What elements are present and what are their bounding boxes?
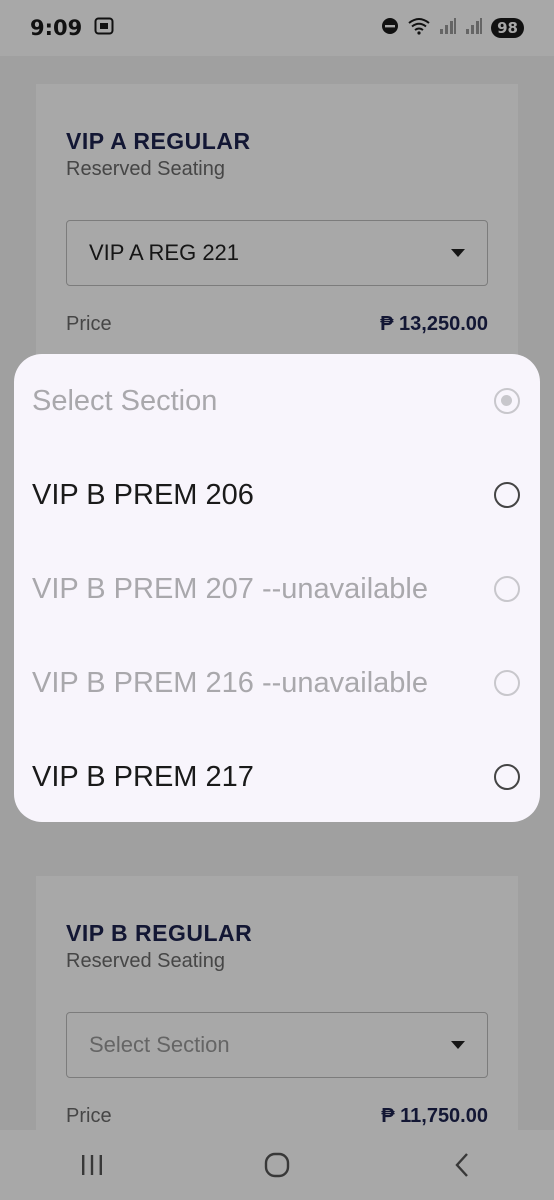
radio-icon (494, 576, 520, 602)
option-label: VIP B PREM 216 --unavailable (32, 666, 429, 699)
option-vip-b-prem-216: VIP B PREM 216 --unavailable (14, 636, 540, 730)
radio-icon (494, 670, 520, 696)
option-select-section: Select Section (14, 354, 540, 448)
option-label: VIP B PREM 217 (32, 760, 254, 793)
option-vip-b-prem-207: VIP B PREM 207 --unavailable (14, 542, 540, 636)
radio-icon[interactable] (494, 764, 520, 790)
option-vip-b-prem-217[interactable]: VIP B PREM 217 (14, 730, 540, 822)
radio-selected-icon (494, 388, 520, 414)
section-picker-dialog: Select Section VIP B PREM 206 VIP B PREM… (14, 354, 540, 822)
radio-icon[interactable] (494, 482, 520, 508)
option-label: VIP B PREM 207 --unavailable (32, 572, 429, 605)
option-label: Select Section (32, 384, 218, 417)
option-vip-b-prem-206[interactable]: VIP B PREM 206 (14, 448, 540, 542)
option-label: VIP B PREM 206 (32, 478, 254, 511)
